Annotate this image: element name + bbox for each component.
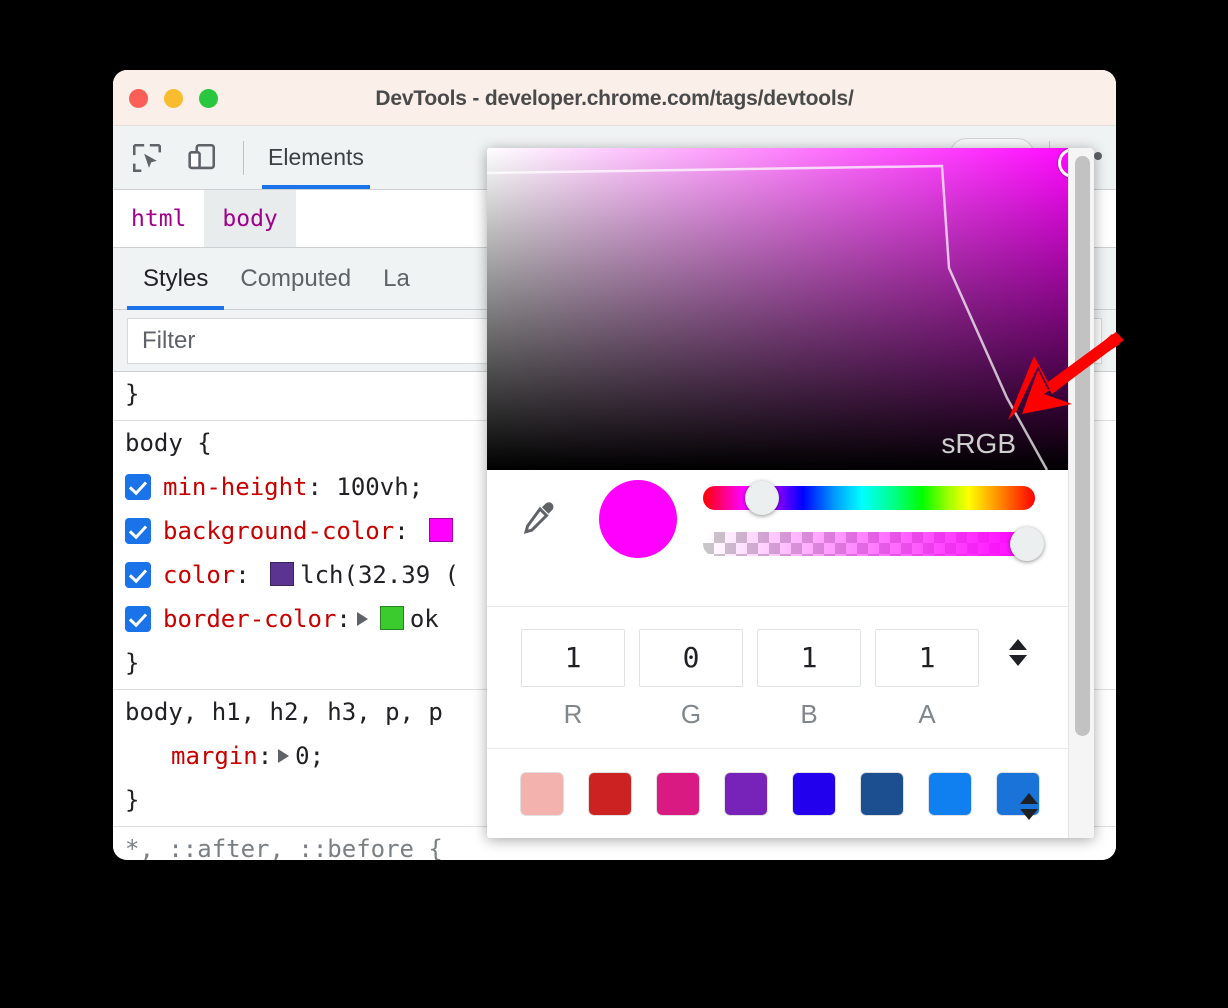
picker-scrollbar-thumb[interactable] xyxy=(1075,156,1090,736)
declaration-checkbox[interactable] xyxy=(125,474,151,500)
declaration-property[interactable]: border-color xyxy=(163,605,336,633)
toolbar-divider xyxy=(243,141,244,175)
alpha-slider[interactable] xyxy=(703,532,1035,556)
channel-r: 1 R xyxy=(521,629,625,730)
chevron-down-icon[interactable] xyxy=(1009,655,1027,666)
palette-row xyxy=(521,773,1039,815)
palette-rows xyxy=(521,773,1039,838)
color-channel-inputs: 1 R 0 G 1 B 1 A xyxy=(487,606,1094,748)
more-options-icon[interactable] xyxy=(1094,152,1102,160)
declaration-property[interactable]: margin xyxy=(171,742,258,770)
expander-triangle-icon[interactable] xyxy=(357,612,368,626)
channel-a: 1 A xyxy=(875,629,979,730)
tab-layout[interactable]: La xyxy=(367,248,426,309)
eyedropper-icon[interactable] xyxy=(515,498,557,545)
channel-b-label: B xyxy=(757,699,861,730)
breadcrumb-item-body[interactable]: body xyxy=(204,190,295,247)
rule-selector-text: *, ::after, ::before { xyxy=(125,835,443,860)
palette-swatch[interactable] xyxy=(793,773,835,815)
tab-styles[interactable]: Styles xyxy=(127,248,224,309)
color-palette xyxy=(487,748,1094,838)
declaration-property[interactable]: background-color xyxy=(163,517,394,545)
declaration-value[interactable]: lch(32.39 xyxy=(300,561,445,589)
palette-switcher[interactable] xyxy=(1020,793,1038,820)
picker-controls xyxy=(487,470,1094,590)
palette-swatch[interactable] xyxy=(725,773,767,815)
devtools-window: DevTools - developer.chrome.com/tags/dev… xyxy=(113,70,1116,860)
channel-a-input[interactable]: 1 xyxy=(875,629,979,687)
declaration-checkbox[interactable] xyxy=(125,606,151,632)
color-swatch-border[interactable] xyxy=(380,606,404,630)
declaration-value[interactable]: ok xyxy=(410,605,439,633)
annotation-arrow xyxy=(1008,332,1128,432)
palette-swatch[interactable] xyxy=(929,773,971,815)
chevron-up-icon[interactable] xyxy=(1020,793,1038,804)
chevron-up-icon[interactable] xyxy=(1009,639,1027,650)
color-format-switcher[interactable] xyxy=(1009,639,1027,666)
expander-triangle-icon[interactable] xyxy=(278,749,289,763)
palette-swatch[interactable] xyxy=(521,773,563,815)
hue-slider-handle[interactable] xyxy=(745,481,779,515)
tab-computed[interactable]: Computed xyxy=(224,248,367,309)
palette-swatch[interactable] xyxy=(657,773,699,815)
declaration-checkbox[interactable] xyxy=(125,518,151,544)
saturation-value-spectrum[interactable]: sRGB xyxy=(487,148,1094,470)
channel-r-input[interactable]: 1 xyxy=(521,629,625,687)
rule-selector-text: body, h1, h2, h3, p, p xyxy=(125,698,443,726)
declaration-value[interactable]: 100vh; xyxy=(336,473,423,501)
gamut-label: sRGB xyxy=(941,428,1016,460)
color-swatch-color[interactable] xyxy=(270,562,294,586)
color-swatch-background[interactable] xyxy=(429,518,453,542)
tab-elements[interactable]: Elements xyxy=(262,126,370,189)
palette-swatch[interactable] xyxy=(861,773,903,815)
color-preview-swatch xyxy=(599,480,677,558)
channel-r-label: R xyxy=(521,699,625,730)
channel-b: 1 B xyxy=(757,629,861,730)
inspect-element-icon[interactable] xyxy=(127,138,167,178)
srgb-gamut-boundary xyxy=(487,148,1094,470)
window-title-bar: DevTools - developer.chrome.com/tags/dev… xyxy=(113,70,1116,126)
channel-g: 0 G xyxy=(639,629,743,730)
declaration-value[interactable]: 0; xyxy=(295,742,324,770)
palette-swatch[interactable] xyxy=(589,773,631,815)
color-picker-popup[interactable]: sRGB 1 R 0 G xyxy=(487,148,1094,838)
picker-scrollbar[interactable] xyxy=(1068,148,1094,838)
declaration-property[interactable]: color xyxy=(163,561,235,589)
channel-g-input[interactable]: 0 xyxy=(639,629,743,687)
channel-g-label: G xyxy=(639,699,743,730)
channel-b-input[interactable]: 1 xyxy=(757,629,861,687)
chevron-down-icon[interactable] xyxy=(1020,809,1038,820)
alpha-slider-handle[interactable] xyxy=(1010,527,1044,561)
breadcrumb-item-html[interactable]: html xyxy=(113,190,204,247)
declaration-checkbox[interactable] xyxy=(125,562,151,588)
device-toolbar-icon[interactable] xyxy=(181,138,221,178)
declaration-property[interactable]: min-height xyxy=(163,473,308,501)
window-title: DevTools - developer.chrome.com/tags/dev… xyxy=(113,87,1116,111)
channel-a-label: A xyxy=(875,699,979,730)
